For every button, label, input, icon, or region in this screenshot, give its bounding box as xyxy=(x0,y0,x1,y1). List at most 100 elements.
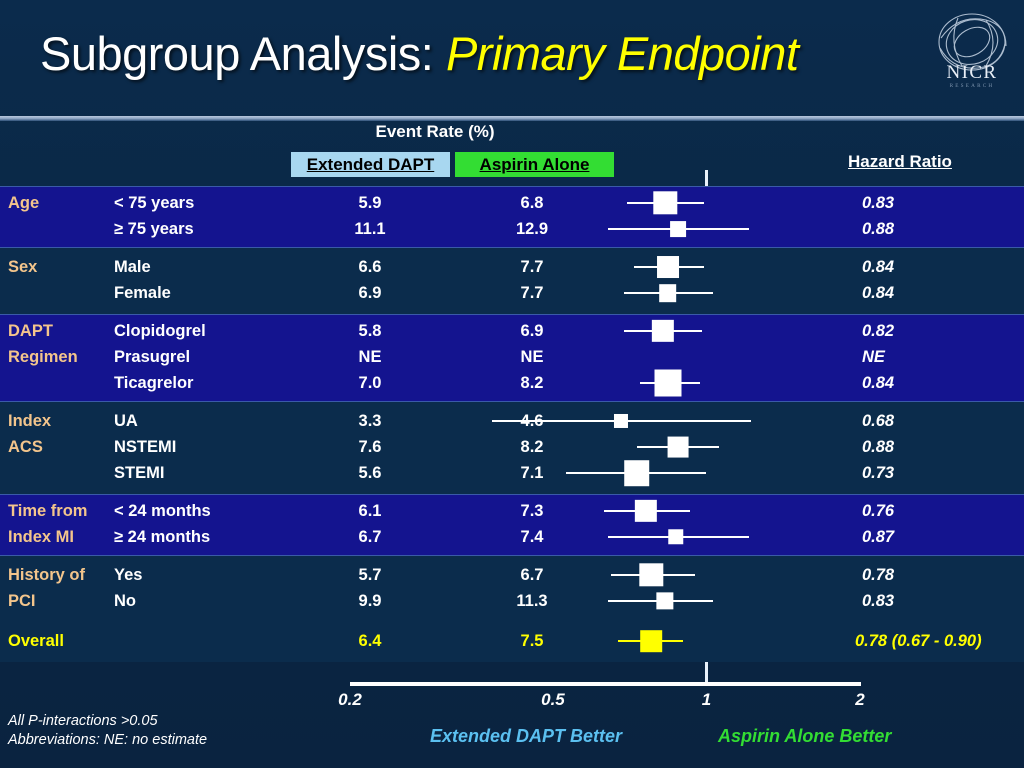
forest-plot-cell xyxy=(350,344,860,370)
axis-line xyxy=(350,682,861,686)
forest-plot-cell xyxy=(350,254,860,280)
subgroup-level-label: Male xyxy=(114,257,151,276)
table-row: Index MI ≥ 24 months 6.7 7.4 0.87 xyxy=(0,524,1024,550)
column-headers: Event Rate (%) Extended DAPT Aspirin Alo… xyxy=(0,122,1024,182)
subgroup-band: History of Yes 5.7 6.7 0.78 PCI No 9.9 11.3 0.83 xyxy=(0,556,1024,622)
forest-plot-cell xyxy=(350,524,860,550)
subgroup-band: Index UA 3.3 4.6 0.68 ACS NSTEMI 7.6 8.2 0.88 STEM… xyxy=(0,402,1024,494)
page-title: Subgroup Analysis: Primary Endpoint xyxy=(40,26,799,81)
subgroup-level-label: ≥ 24 months xyxy=(114,527,211,546)
forest-plot-cell xyxy=(350,498,860,524)
table-row: DAPT Clopidogrel 5.8 6.9 0.82 xyxy=(0,318,1024,344)
table-row: ≥ 75 years 11.1 12.9 0.88 xyxy=(0,216,1024,242)
footnote-p-interactions: All P-interactions >0.05 xyxy=(8,713,158,729)
point-estimate-marker xyxy=(670,221,687,237)
forest-plot-cell xyxy=(350,318,860,344)
forest-plot-cell xyxy=(350,216,860,242)
subgroup-name: Age xyxy=(8,193,40,212)
axis-tick: 1 xyxy=(701,690,712,709)
title-divider xyxy=(0,116,1024,121)
subgroup-name xyxy=(8,370,118,396)
table-row: ACS NSTEMI 7.6 8.2 0.88 xyxy=(0,434,1024,460)
hazard-ratio-value: 0.73 xyxy=(862,463,895,482)
nicr-logo-icon: NICR RESEARCH xyxy=(938,13,1007,89)
subgroup-level-label xyxy=(114,628,294,654)
hazard-ratio-value: 0.84 xyxy=(862,283,895,302)
subgroup-band: DAPT Clopidogrel 5.8 6.9 0.82 Regimen Prasugre… xyxy=(0,314,1024,402)
axis-label-left: Extended DAPT Better xyxy=(430,726,623,746)
subgroup-level-label: Clopidogrel xyxy=(114,321,206,340)
point-estimate-marker xyxy=(651,319,674,343)
hazard-ratio-value: 0.68 xyxy=(862,411,895,430)
point-estimate-marker xyxy=(639,563,664,587)
footnote-abbreviations: Abbreviations: NE: no estimate xyxy=(8,732,208,748)
hazard-ratio-value: 0.78 xyxy=(862,565,895,584)
table-row: Female 6.9 7.7 0.84 xyxy=(0,280,1024,306)
forest-plot-cell xyxy=(350,628,860,654)
subgroup-level-label: Ticagrelor xyxy=(114,373,194,392)
subgroup-name xyxy=(8,280,118,306)
hazard-ratio-value: NE xyxy=(862,347,885,366)
subgroup-level-label: < 24 months xyxy=(114,501,211,520)
forest-plot-table: Age < 75 years 5.9 6.8 0.83 ≥ 75 years 11.1 12.… xyxy=(0,186,1024,662)
forest-plot-cell xyxy=(350,369,860,397)
hazard-ratio-value: 0.88 xyxy=(862,437,895,456)
point-estimate-marker xyxy=(656,592,674,610)
subgroup-name: ACS xyxy=(8,437,43,456)
subgroup-level-label: UA xyxy=(114,411,138,430)
subgroup-level-label: Prasugrel xyxy=(114,347,191,366)
forest-plot-cell xyxy=(350,190,860,216)
subgroup-level-label: < 75 years xyxy=(114,193,195,212)
subgroup-level-label: ≥ 75 years xyxy=(114,219,194,238)
axis-tick: 0.5 xyxy=(541,690,565,709)
legend-aspirin-alone: Aspirin Alone xyxy=(455,152,614,177)
axis-label-right: Aspirin Alone Better xyxy=(718,726,892,746)
hazard-ratio-value: 0.83 xyxy=(862,591,895,610)
hazard-ratio-header: Hazard Ratio xyxy=(848,152,952,171)
table-row: History of Yes 5.7 6.7 0.78 xyxy=(0,562,1024,588)
legend-extended-dapt: Extended DAPT xyxy=(291,152,450,177)
table-row: Overall 6.4 7.5 0.78 (0.67 - 0.90) xyxy=(0,628,1024,654)
forest-plot-cell xyxy=(350,460,860,486)
forest-plot-cell xyxy=(350,434,860,460)
subgroup-name: Time from xyxy=(8,501,88,520)
table-row: Sex Male 6.6 7.7 0.84 xyxy=(0,254,1024,280)
table-row: Regimen Prasugrel NE NE NE xyxy=(0,344,1024,370)
hazard-ratio-value: 0.83 xyxy=(862,193,895,212)
hazard-ratio-value: 0.76 xyxy=(862,501,895,520)
point-estimate-marker xyxy=(667,436,689,458)
point-estimate-marker xyxy=(656,256,679,278)
subgroup-band: Time from < 24 months 6.1 7.3 0.76 Index MI ≥ … xyxy=(0,494,1024,556)
slide-root: Subgroup Analysis: Primary Endpoint NICR… xyxy=(0,0,1024,768)
table-row: Time from < 24 months 6.1 7.3 0.76 xyxy=(0,498,1024,524)
subgroup-name xyxy=(8,460,118,486)
point-estimate-marker xyxy=(614,413,629,429)
footnotes: All P-interactions >0.05 Abbreviations: … xyxy=(8,712,368,750)
event-rate-header: Event Rate (%) xyxy=(375,122,495,141)
hazard-ratio-value: 0.78 (0.67 - 0.90) xyxy=(855,631,982,650)
subgroup-name: DAPT xyxy=(8,321,53,340)
forest-plot-cell xyxy=(350,408,860,434)
forest-plot-cell xyxy=(350,588,860,614)
axis-tick: 2 xyxy=(855,690,865,709)
subgroup-level-label: No xyxy=(114,591,136,610)
table-row: PCI No 9.9 11.3 0.83 xyxy=(0,588,1024,614)
forest-plot-cell xyxy=(350,562,860,588)
table-row: STEMI 5.6 7.1 0.73 xyxy=(0,460,1024,486)
point-estimate-marker xyxy=(623,460,650,486)
point-estimate-marker xyxy=(654,369,682,397)
point-estimate-marker xyxy=(667,529,684,545)
hazard-ratio-value: 0.87 xyxy=(862,527,895,546)
hazard-ratio-value: 0.82 xyxy=(862,321,895,340)
subgroup-name: Sex xyxy=(8,257,38,276)
subgroup-name: History of xyxy=(8,565,86,584)
table-row: Ticagrelor 7.0 8.2 0.84 xyxy=(0,369,1024,397)
axis-tick: 0.2 xyxy=(338,690,362,709)
hazard-ratio-value: 0.88 xyxy=(862,219,895,238)
hazard-ratio-value: 0.84 xyxy=(862,373,895,392)
subgroup-name: Index MI xyxy=(8,527,75,546)
subgroup-name: Overall xyxy=(8,631,64,650)
title-bar: Subgroup Analysis: Primary Endpoint NICR… xyxy=(0,0,1024,112)
subgroup-band: Sex Male 6.6 7.7 0.84 Female 6.9 7.7 0.84 xyxy=(0,248,1024,314)
point-estimate-marker xyxy=(659,284,677,302)
